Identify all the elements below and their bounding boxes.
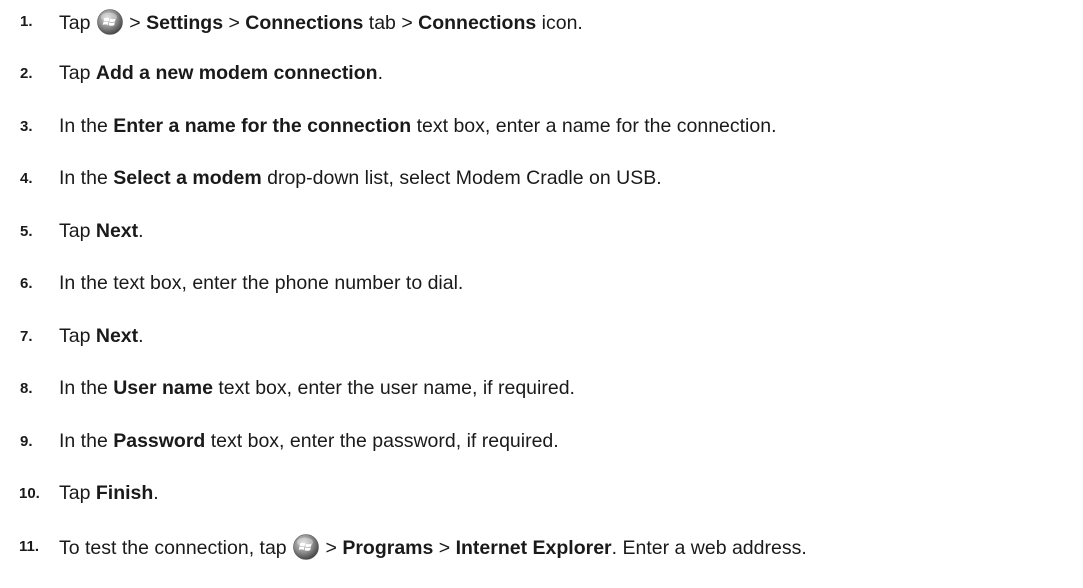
step-text: In the Select a modem drop-down list, se… <box>59 166 662 190</box>
step-text-part: Tap <box>59 325 96 347</box>
ui-term-next: Next <box>95 220 139 242</box>
step-text-part: . <box>138 325 144 347</box>
step-text-part: text box, enter the user name, if requir… <box>212 377 575 399</box>
step-text-part: Tap <box>59 12 91 34</box>
step-text-part: . Enter a web address. <box>611 537 807 559</box>
step-text-part: In the <box>59 115 114 137</box>
ui-term-finish: Finish <box>95 482 154 504</box>
step-text: Tap Next. <box>59 219 144 243</box>
ui-term-password: Password <box>113 430 206 452</box>
step-number: 7. <box>20 328 33 345</box>
step-text-part: To test the connection, tap <box>59 537 287 559</box>
step-2: 2. Tap Add a new modem connection. <box>0 58 1083 88</box>
step-8: 8. In the User name text box, enter the … <box>0 373 1083 403</box>
step-number: 1. <box>20 13 33 30</box>
step-text-part: drop-down list, select Modem Cradle on U… <box>261 167 662 189</box>
step-number: 5. <box>20 223 33 240</box>
step-7: 7. Tap Next. <box>0 321 1083 351</box>
step-text-part: . <box>153 482 159 504</box>
step-text: Tap Next. <box>59 324 144 348</box>
step-number: 10. <box>19 485 40 502</box>
step-text: Tap Add a new modem connection. <box>59 61 383 85</box>
step-text-part: In the <box>59 430 114 452</box>
step-text: In the User name text box, enter the use… <box>59 376 575 400</box>
step-text-part: tab > <box>363 12 419 34</box>
step-number: 2. <box>20 65 33 82</box>
step-1: 1. Tap > Settings > Connections tab > Co… <box>0 6 1083 36</box>
step-number: 8. <box>20 380 33 397</box>
step-9: 9. In the Password text box, enter the p… <box>0 426 1083 456</box>
step-text: To test the connection, tap > Programs >… <box>59 534 807 560</box>
step-text-part: Tap <box>59 62 96 84</box>
step-text-part: . <box>377 62 383 84</box>
step-text-part: In the <box>59 377 114 399</box>
step-text-part: In the <box>59 167 114 189</box>
ui-term-settings: Settings <box>146 12 224 34</box>
windows-start-icon <box>293 534 319 560</box>
step-10: 10. Tap Finish. <box>0 478 1083 508</box>
step-text-part: icon. <box>536 12 583 34</box>
ui-term-connections-icon: Connections <box>418 12 537 34</box>
step-text-part: . <box>138 220 144 242</box>
ui-term-internet-explorer: Internet Explorer <box>455 537 612 559</box>
step-11: 11. To test the connection, tap > Progra… <box>0 531 1083 561</box>
step-text-part: In the text box, enter the phone number … <box>59 272 464 294</box>
step-text-part: text box, enter a name for the connectio… <box>411 115 777 137</box>
ui-term-select-modem: Select a modem <box>113 167 262 189</box>
ui-term-programs: Programs <box>342 537 434 559</box>
step-text-part: Tap <box>59 482 96 504</box>
step-number: 3. <box>20 118 33 135</box>
step-text-part: > <box>325 537 343 559</box>
ui-term-next: Next <box>95 325 139 347</box>
step-number: 6. <box>20 275 33 292</box>
step-number: 4. <box>20 170 33 187</box>
ui-term-connections-tab: Connections <box>245 12 364 34</box>
step-text-part: > <box>223 12 246 34</box>
step-5: 5. Tap Next. <box>0 216 1083 246</box>
step-text-part: text box, enter the password, if require… <box>205 430 559 452</box>
step-number: 11. <box>19 538 40 555</box>
step-3: 3. In the Enter a name for the connectio… <box>0 111 1083 141</box>
step-text: Tap > Settings > Connections tab > Conne… <box>59 9 583 35</box>
step-number: 9. <box>20 433 33 450</box>
step-text-part: > <box>129 12 147 34</box>
windows-start-icon <box>97 9 123 35</box>
step-text-part: Tap <box>59 220 96 242</box>
ui-term-add-modem-connection: Add a new modem connection <box>95 62 378 84</box>
step-text: In the text box, enter the phone number … <box>59 271 463 295</box>
step-text: Tap Finish. <box>59 481 159 505</box>
step-text: In the Enter a name for the connection t… <box>59 114 777 138</box>
ui-term-connection-name: Enter a name for the connection <box>113 115 412 137</box>
step-6: 6. In the text box, enter the phone numb… <box>0 268 1083 298</box>
step-4: 4. In the Select a modem drop-down list,… <box>0 163 1083 193</box>
step-text-part: > <box>433 537 456 559</box>
ui-term-user-name: User name <box>113 377 213 399</box>
step-text: In the Password text box, enter the pass… <box>59 429 559 453</box>
